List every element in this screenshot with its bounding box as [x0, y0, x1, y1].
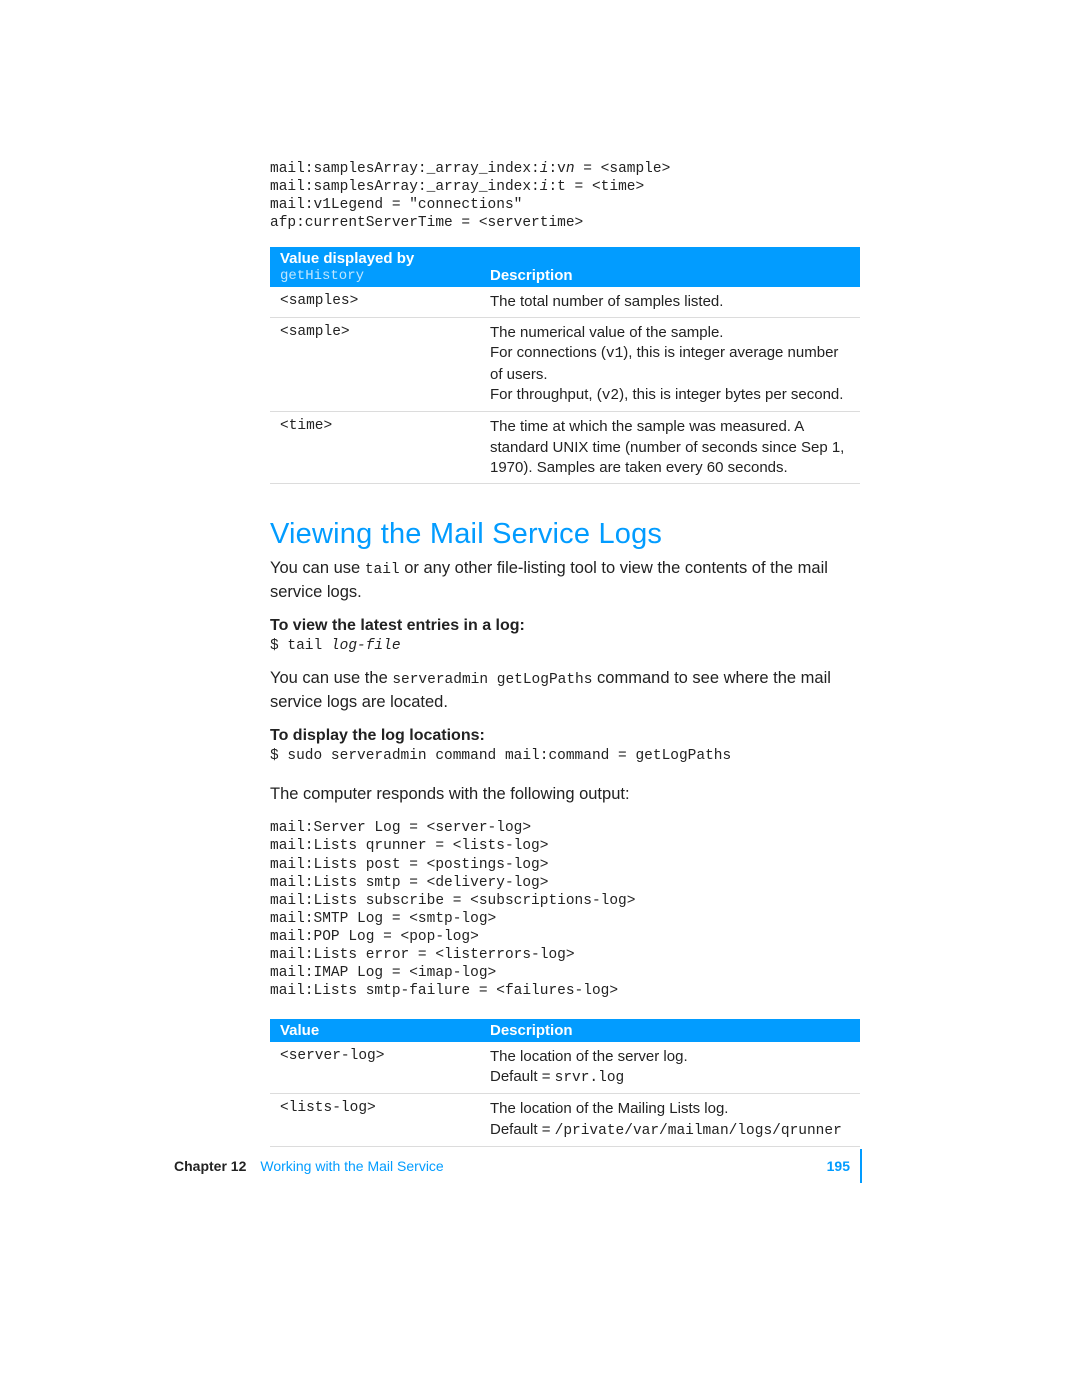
document-page: mail:samplesArray:_array_index:i:vn = <s…: [0, 0, 1080, 1397]
table-row: <lists-log> The location of the Mailing …: [270, 1094, 860, 1147]
code-block-tail: $ tail log-file: [270, 637, 860, 655]
table-log-locations: Value Description <server-log> The locat…: [270, 1019, 860, 1148]
footer-rule: [860, 1149, 862, 1183]
page-footer: Chapter 12 Working with the Mail Service…: [174, 1149, 862, 1183]
table1-header-value: Value displayed by getHistory: [270, 247, 480, 287]
paragraph: You can use tail or any other file-listi…: [270, 557, 860, 603]
paragraph: The computer responds with the following…: [270, 783, 860, 805]
footer-chapter: Chapter 12: [174, 1158, 246, 1174]
paragraph: You can use the serveradmin getLogPaths …: [270, 667, 860, 713]
table2-header-description: Description: [480, 1019, 860, 1042]
table-row: <time> The time at which the sample was …: [270, 412, 860, 484]
subheading-display-locations: To display the log locations:: [270, 727, 860, 745]
table-row: <sample> The numerical value of the samp…: [270, 317, 860, 412]
table2-header-value: Value: [270, 1019, 480, 1042]
subheading-view-latest: To view the latest entries in a log:: [270, 617, 860, 635]
footer-chapter-title: Working with the Mail Service: [260, 1158, 443, 1174]
footer-page-number: 195: [827, 1158, 850, 1174]
table1-header-description: Description: [480, 247, 860, 287]
table-row: <server-log> The location of the server …: [270, 1042, 860, 1094]
section-heading-viewing-logs: Viewing the Mail Service Logs: [270, 518, 860, 551]
code-block-samples: mail:samplesArray:_array_index:i:vn = <s…: [270, 160, 860, 233]
code-block-output: mail:Server Log = <server-log> mail:List…: [270, 819, 860, 1000]
table-row: <samples> The total number of samples li…: [270, 287, 860, 318]
code-block-getlogpaths-cmd: $ sudo serveradmin command mail:command …: [270, 747, 860, 765]
table-gethistory-values: Value displayed by getHistory Descriptio…: [270, 247, 860, 485]
